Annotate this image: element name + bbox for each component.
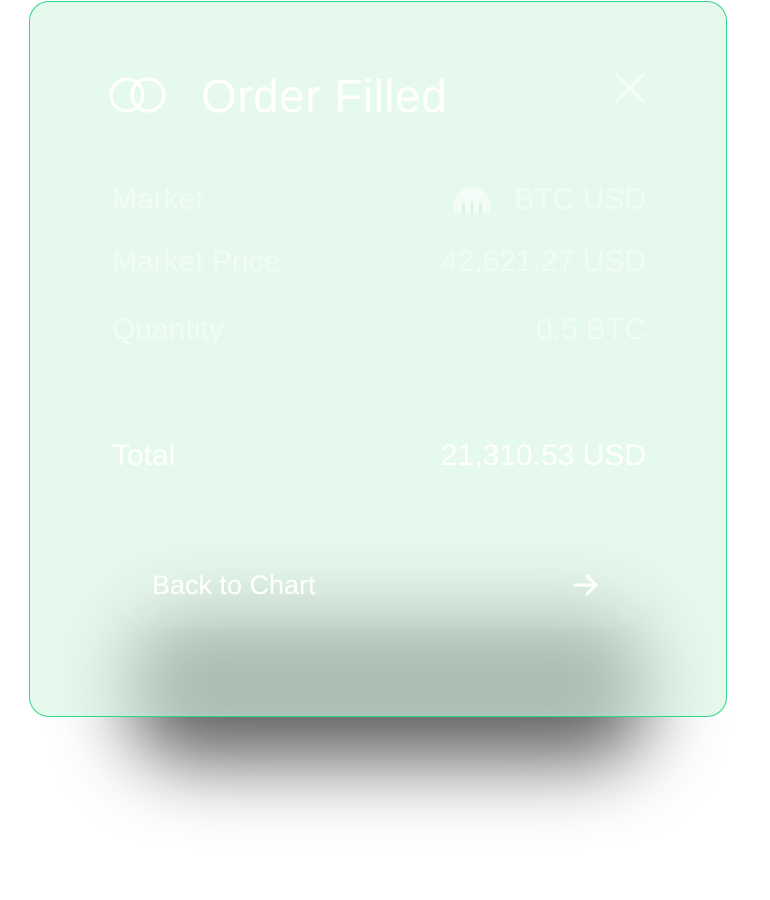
total-value: 21,310.53 USD <box>440 439 646 472</box>
order-filled-dialog: Order Filled Market BTC USD Market Price… <box>29 1 727 717</box>
detail-row-quantity: Quantity 0.5 BTC <box>112 310 646 350</box>
detail-label: Market <box>112 183 204 216</box>
detail-value: BTC USD <box>452 180 646 220</box>
detail-row-market: Market BTC USD <box>112 180 646 220</box>
order-filled-screen: Order Filled Market BTC USD Market Price… <box>0 0 770 900</box>
detail-value: 42,621.27 USD <box>440 245 646 278</box>
back-to-chart-button[interactable]: Back to Chart <box>112 541 652 629</box>
back-to-chart-label: Back to Chart <box>152 570 316 600</box>
total-row: Total 21,310.53 USD <box>112 436 646 476</box>
two-rings-logo-icon <box>109 77 166 113</box>
arrow-right-icon <box>573 574 598 596</box>
kraken-market-icon <box>454 187 491 213</box>
dialog-header: Order Filled <box>108 64 648 128</box>
market-pair: BTC USD <box>514 183 646 216</box>
detail-row-market-price: Market Price 42,621.27 USD <box>112 242 646 282</box>
close-icon[interactable] <box>612 70 648 106</box>
total-label: Total <box>112 439 176 472</box>
detail-label: Quantity <box>112 313 224 346</box>
dialog-title: Order Filled <box>201 70 448 122</box>
detail-value: 0.5 BTC <box>535 313 646 346</box>
detail-label: Market Price <box>112 245 281 278</box>
